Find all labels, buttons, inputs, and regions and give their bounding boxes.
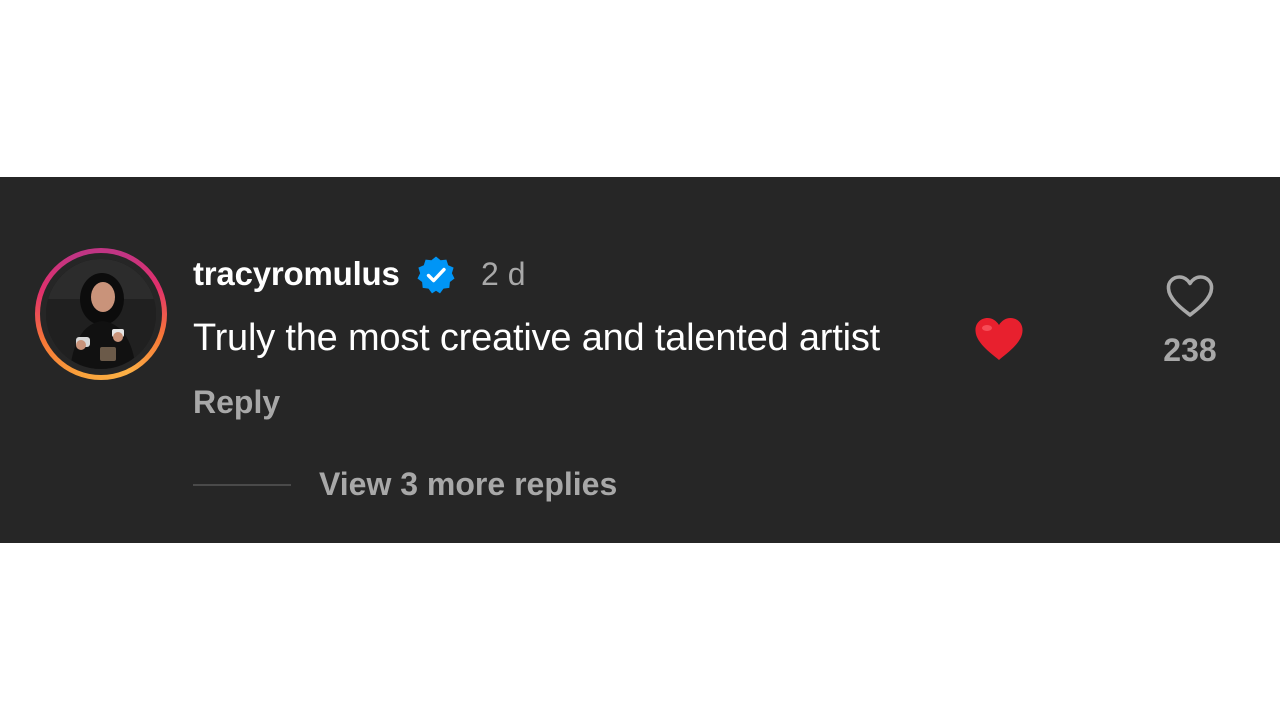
verified-badge-icon	[417, 256, 455, 294]
replies-divider	[193, 484, 291, 486]
reply-button[interactable]: Reply	[193, 384, 280, 421]
avatar[interactable]	[46, 259, 156, 369]
screenshot-frame: tracyromulus 2 d Truly the most creative…	[0, 0, 1280, 720]
heart-outline-icon[interactable]	[1164, 273, 1216, 319]
comment-username[interactable]: tracyromulus	[193, 255, 400, 293]
comment-card: tracyromulus 2 d Truly the most creative…	[0, 177, 1280, 543]
comment-text: Truly the most creative and talented art…	[193, 317, 880, 359]
comment-timestamp: 2 d	[481, 256, 526, 292]
story-ring[interactable]	[35, 248, 167, 380]
like-count: 238	[1163, 332, 1217, 368]
avatar-image	[46, 259, 156, 369]
red-heart-emoji-icon	[975, 318, 1023, 360]
view-replies-button[interactable]: View 3 more replies	[319, 466, 617, 503]
